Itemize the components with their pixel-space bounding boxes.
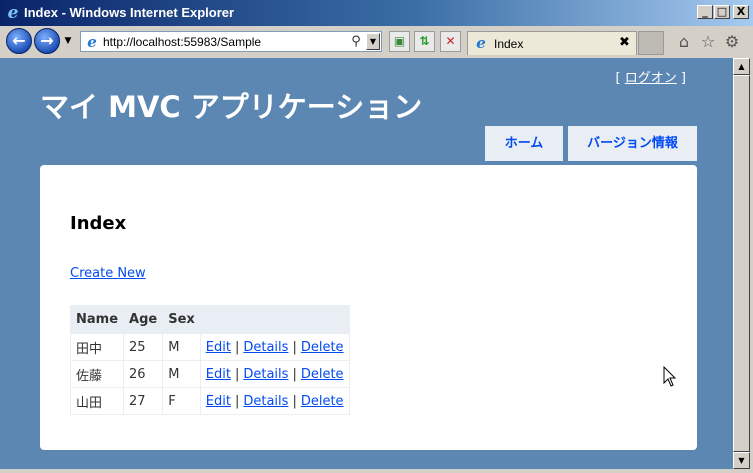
- compatibility-view-button[interactable]: ▣: [389, 31, 410, 52]
- delete-link[interactable]: Delete: [301, 367, 344, 382]
- scroll-up-icon[interactable]: ▲: [733, 58, 750, 75]
- cell-age: 27: [123, 387, 164, 415]
- table-row: 田中 25 M Edit | Details | Delete: [69, 333, 350, 361]
- column-header-actions: [199, 305, 350, 334]
- delete-link[interactable]: Delete: [301, 394, 344, 409]
- table-row: 佐藤 26 M Edit | Details | Delete: [69, 360, 350, 388]
- cell-age: 26: [123, 360, 164, 388]
- cell-sex: F: [162, 387, 201, 415]
- cell-age: 25: [123, 333, 164, 361]
- home-icon[interactable]: ⌂: [674, 32, 694, 52]
- cell-actions: Edit | Details | Delete: [199, 360, 350, 388]
- navigation-toolbar: ← → ▼ e http://localhost:55983/Sample ⚲ …: [0, 26, 753, 58]
- login-display: [ ログオン ]: [616, 67, 686, 86]
- recent-pages-dropdown-icon[interactable]: ▼: [63, 35, 73, 47]
- minimize-button[interactable]: _: [697, 5, 713, 19]
- tab-index[interactable]: e Index ✖: [467, 31, 637, 55]
- address-bar[interactable]: e http://localhost:55983/Sample ⚲ ▼: [80, 31, 382, 52]
- maximize-button[interactable]: □: [714, 5, 730, 19]
- new-tab-button[interactable]: [638, 31, 664, 55]
- tab-title: Index: [494, 37, 524, 51]
- create-new-link[interactable]: Create New: [70, 266, 146, 281]
- separator: |: [292, 339, 297, 355]
- column-header-name: Name: [69, 305, 125, 334]
- address-dropdown-icon[interactable]: ▼: [366, 33, 380, 50]
- ie-logo-icon: e: [7, 3, 19, 23]
- main-content: Index Create New Name Age Sex 田中 25 M Ed…: [40, 165, 697, 450]
- separator: |: [234, 339, 240, 355]
- close-window-button[interactable]: X: [733, 5, 749, 19]
- details-link[interactable]: Details: [243, 394, 288, 409]
- mouse-cursor-icon: [663, 366, 677, 387]
- back-button[interactable]: ←: [6, 28, 32, 54]
- address-input[interactable]: http://localhost:55983/Sample: [103, 35, 261, 49]
- window-titlebar: e Index - Windows Internet Explorer _ □ …: [0, 0, 753, 26]
- search-icon[interactable]: ⚲: [348, 33, 364, 50]
- cell-name: 山田: [69, 387, 125, 415]
- cell-actions: Edit | Details | Delete: [199, 387, 350, 415]
- separator: |: [292, 366, 297, 382]
- login-bracket-open: [: [615, 71, 621, 86]
- logon-link[interactable]: ログオン: [625, 71, 677, 86]
- tab-ie-icon: e: [476, 34, 486, 52]
- window-frame-bottom: [0, 469, 753, 473]
- menu-tab-version-info[interactable]: バージョン情報: [568, 126, 697, 161]
- menu-tab-home[interactable]: ホーム: [485, 126, 563, 161]
- page-viewport: [ ログオン ] マイ MVC アプリケーション ホーム バージョン情報 Ind…: [0, 58, 733, 469]
- table-header-row: Name Age Sex: [69, 305, 350, 334]
- records-table: Name Age Sex 田中 25 M Edit | Details | Delete…: [69, 305, 350, 415]
- page-ie-icon: e: [87, 33, 97, 51]
- column-header-sex: Sex: [162, 305, 201, 334]
- stop-button[interactable]: ✕: [440, 31, 461, 52]
- details-link[interactable]: Details: [243, 367, 288, 382]
- table-row: 山田 27 F Edit | Details | Delete: [69, 387, 350, 415]
- page-heading: Index: [70, 213, 127, 234]
- edit-link[interactable]: Edit: [206, 367, 231, 382]
- column-header-age: Age: [123, 305, 164, 334]
- edit-link[interactable]: Edit: [206, 394, 231, 409]
- separator: |: [292, 393, 297, 409]
- close-tab-icon[interactable]: ✖: [619, 35, 630, 51]
- cell-name: 田中: [69, 333, 125, 361]
- scrollbar-thumb[interactable]: [733, 75, 750, 452]
- cell-sex: M: [162, 333, 201, 361]
- login-bracket-close: ]: [680, 71, 686, 86]
- site-title: マイ MVC アプリケーション: [40, 90, 423, 124]
- cell-name: 佐藤: [69, 360, 125, 388]
- tools-gear-icon[interactable]: ⚙: [722, 32, 742, 52]
- cell-sex: M: [162, 360, 201, 388]
- forward-button[interactable]: →: [34, 28, 60, 54]
- delete-link[interactable]: Delete: [301, 340, 344, 355]
- refresh-button[interactable]: ⇅: [414, 31, 435, 52]
- window-title: Index - Windows Internet Explorer: [24, 5, 235, 20]
- vertical-scrollbar[interactable]: ▲ ▼: [733, 58, 750, 469]
- scroll-down-icon[interactable]: ▼: [733, 452, 750, 469]
- favorites-icon[interactable]: ☆: [698, 32, 718, 52]
- separator: |: [234, 393, 240, 409]
- separator: |: [234, 366, 240, 382]
- edit-link[interactable]: Edit: [206, 340, 231, 355]
- details-link[interactable]: Details: [243, 340, 288, 355]
- cell-actions: Edit | Details | Delete: [199, 333, 350, 361]
